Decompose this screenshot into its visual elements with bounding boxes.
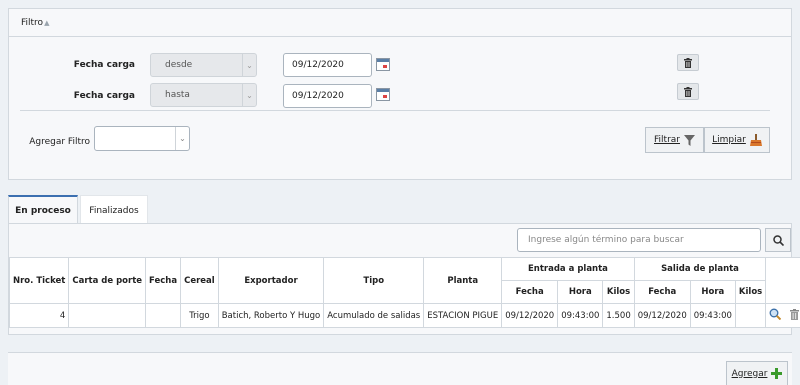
col-header-entrada: Entrada a planta (501, 257, 635, 281)
col-header-actions (765, 257, 800, 304)
cell-nro-ticket: 4 (8, 303, 70, 328)
delete-filter-row-1-button[interactable] (677, 54, 699, 71)
cell-salida-kilos (734, 303, 767, 328)
col-header-salida-hora[interactable]: Hora (689, 280, 736, 304)
filter-button[interactable]: Filtrar (645, 127, 704, 153)
chevron-down-icon: ⌄ (242, 54, 256, 76)
filter-row-2-label: Fecha carga (73, 91, 135, 101)
tab-en-proceso[interactable]: En proceso (8, 195, 78, 225)
tab-finalizados[interactable]: Finalizados (80, 195, 148, 225)
cell-salida-hora: 09:43:00 (689, 303, 736, 328)
col-header-nro-ticket[interactable]: Nro. Ticket (8, 257, 70, 304)
col-header-exportador[interactable]: Exportador (217, 257, 325, 304)
col-header-planta[interactable]: Planta (423, 257, 503, 304)
filter-title: Filtro (21, 17, 44, 28)
trash-icon (684, 86, 692, 97)
filter-row-2-operator-value: hasta (165, 90, 190, 100)
cell-entrada-fecha: 09/12/2020 (501, 303, 559, 328)
tab-finalizados-label: Finalizados (89, 205, 139, 216)
col-header-salida-fecha[interactable]: Fecha (633, 280, 691, 304)
filter-row-1-date-value: 09/12/2020 (292, 60, 344, 70)
search-icon (772, 234, 784, 246)
view-button[interactable] (769, 308, 782, 323)
broom-icon (749, 134, 762, 146)
chevron-down-icon: ⌄ (175, 127, 189, 150)
add-button[interactable]: Agregar (726, 361, 788, 385)
filter-row-2-date-value: 09/12/2020 (292, 91, 344, 101)
table-row[interactable]: 4 Trigo Batich, Roberto Y Hugo Acumulado… (8, 303, 800, 328)
trash-icon (789, 308, 799, 320)
cell-actions (765, 303, 800, 328)
cell-salida-fecha: 09/12/2020 (633, 303, 691, 328)
tickets-table: Nro. Ticket Carta de porte Fecha Cereal … (8, 257, 800, 328)
filter-divider (20, 110, 770, 111)
cell-carta-porte (68, 303, 147, 328)
col-header-tipo[interactable]: Tipo (323, 257, 425, 304)
table-panel: Ingrese algún término para buscar Nro. T… (8, 223, 800, 335)
col-header-salida: Salida de planta (633, 257, 767, 281)
col-header-entrada-hora[interactable]: Hora (557, 280, 604, 304)
calendar-icon[interactable] (376, 58, 390, 71)
delete-row-button[interactable] (789, 308, 799, 323)
search-placeholder: Ingrese algún término para buscar (528, 235, 684, 245)
cell-cereal: Trigo (180, 303, 219, 328)
trash-icon (684, 57, 692, 68)
filter-row-2-operator-select[interactable]: hasta ⌄ (150, 83, 257, 107)
filter-row-2-date-input[interactable]: 09/12/2020 (283, 84, 372, 108)
add-filter-label: Agregar Filtro (29, 137, 90, 147)
filter-header[interactable]: Filtro ▲ (9, 9, 791, 37)
cell-fecha (145, 303, 182, 328)
cell-exportador: Batich, Roberto Y Hugo (217, 303, 325, 328)
filter-row-1-operator-select[interactable]: desde ⌄ (150, 53, 257, 77)
cell-entrada-hora: 09:43:00 (557, 303, 604, 328)
cell-planta: ESTACION PIGUE (423, 303, 503, 328)
funnel-icon (683, 134, 695, 146)
clear-button[interactable]: Limpiar (704, 127, 770, 153)
col-header-fecha[interactable]: Fecha (145, 257, 182, 304)
col-header-salida-kilos[interactable]: Kilos (734, 280, 767, 304)
filter-row-1-operator-value: desde (165, 60, 193, 70)
calendar-icon[interactable] (376, 88, 390, 101)
add-button-label: Agregar (731, 368, 768, 379)
bottom-bar: Agregar (8, 352, 792, 385)
search-button[interactable] (765, 228, 791, 252)
collapse-caret-icon[interactable]: ▲ (44, 19, 49, 27)
magnifier-icon (769, 308, 782, 321)
chevron-down-icon: ⌄ (242, 84, 256, 106)
clear-button-label: Limpiar (712, 135, 746, 145)
col-header-cereal[interactable]: Cereal (180, 257, 219, 304)
cell-tipo: Acumulado de salidas (323, 303, 425, 328)
add-filter-select[interactable]: ⌄ (94, 126, 190, 151)
delete-filter-row-2-button[interactable] (677, 83, 699, 100)
col-header-entrada-fecha[interactable]: Fecha (501, 280, 559, 304)
filter-row-1-date-input[interactable]: 09/12/2020 (283, 53, 372, 77)
filter-button-label: Filtrar (654, 135, 680, 145)
col-header-entrada-kilos[interactable]: Kilos (602, 280, 635, 304)
filter-row-1-label: Fecha carga (73, 60, 135, 70)
plus-icon (771, 368, 783, 379)
cell-entrada-kilos: 1.500 (602, 303, 635, 328)
tab-en-proceso-label: En proceso (15, 206, 71, 216)
search-input[interactable]: Ingrese algún término para buscar (517, 228, 761, 252)
col-header-carta-porte[interactable]: Carta de porte (68, 257, 147, 304)
